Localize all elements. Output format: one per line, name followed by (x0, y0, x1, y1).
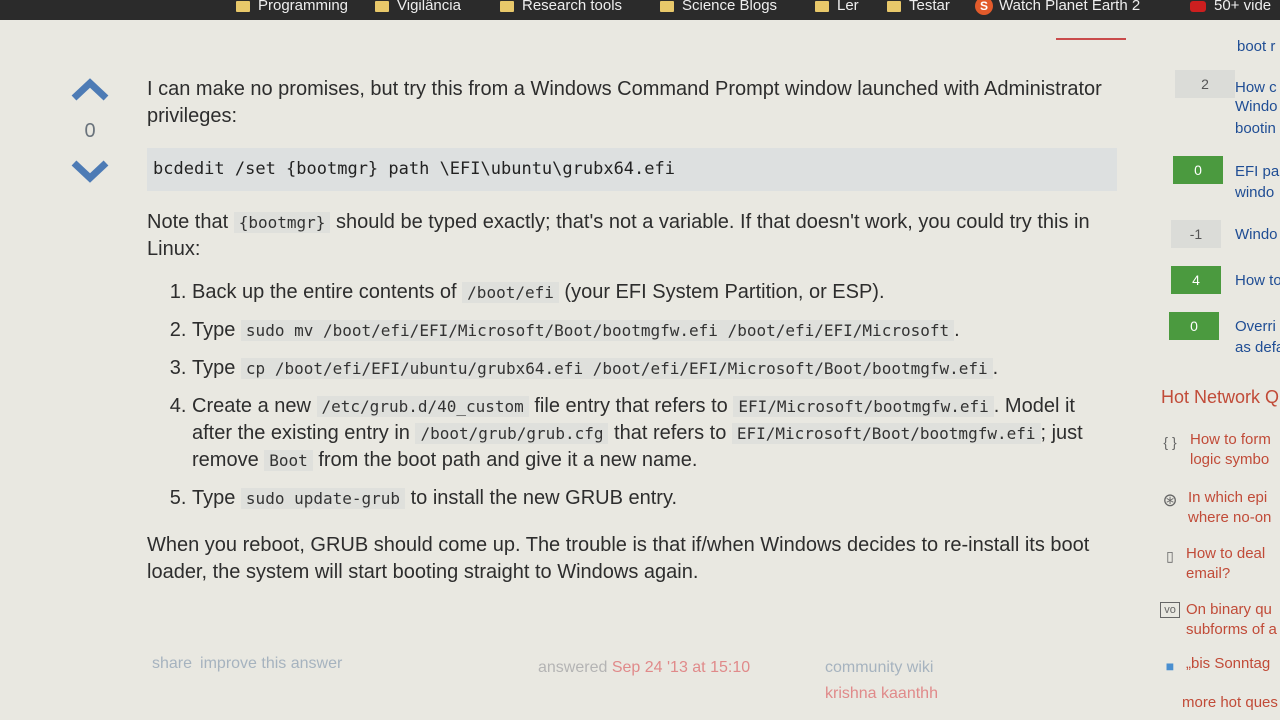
score-badge: 0 (1173, 156, 1223, 184)
answer-closing: When you reboot, GRUB should come up. Th… (147, 534, 1090, 583)
hot-network-title: Hot Network Q (1161, 387, 1280, 407)
site-icon: ▯ (1166, 548, 1174, 564)
improve-answer-link[interactable]: improve this answer (200, 655, 342, 672)
community-wiki-label: community wiki (825, 659, 934, 676)
folder-icon (236, 0, 250, 12)
list-item: Back up the entire contents of /boot/efi… (192, 279, 1112, 306)
answer-intro: I can make no promises, but try this fro… (147, 78, 1102, 127)
vote-controls: 0 (70, 78, 110, 183)
site-icon: vo (1160, 602, 1180, 618)
inline-code: {bootmgr} (233, 212, 331, 233)
upvote-arrow-icon[interactable] (70, 78, 110, 102)
score-badge: -1 (1171, 220, 1221, 248)
answer-note: Note that {bootmgr} should be typed exac… (147, 211, 1090, 260)
folder-icon (660, 0, 674, 12)
inline-code: sudo mv /boot/efi/EFI/Microsoft/Boot/boo… (240, 320, 955, 341)
bookmark-testar[interactable]: Testar (887, 0, 950, 14)
post-menu: share improve this answer (152, 655, 350, 673)
inline-code: EFI/Microsoft/Boot/bootmgfw.efi (731, 423, 1041, 444)
share-link[interactable]: share (152, 655, 192, 672)
list-item: Type sudo update-grub to install the new… (192, 485, 1112, 512)
steps-list: Back up the entire contents of /boot/efi… (147, 279, 1112, 512)
inline-code: /etc/grub.d/40_custom (316, 396, 529, 417)
site-icon: ⊛ (1162, 490, 1178, 510)
bookmark-ler[interactable]: Ler (815, 0, 859, 14)
answered-date[interactable]: Sep 24 '13 at 15:10 (612, 659, 750, 676)
bookmark-programming[interactable]: Programming (236, 0, 348, 14)
sidebar: boot r 2 How c Windo bootin 0 EFI pa win… (1160, 38, 1280, 711)
s-logo-icon: S (975, 0, 993, 15)
folder-icon (375, 0, 389, 12)
tab-underline (1056, 38, 1126, 40)
list-item: Create a new /etc/grub.d/40_custom file … (192, 393, 1112, 474)
bookmarks-bar: Programming Vigilância Research tools Sc… (0, 0, 1280, 20)
bookmark-science-blogs[interactable]: Science Blogs (660, 0, 777, 14)
site-icon: ■ (1165, 658, 1175, 674)
bookmark-vigilancia[interactable]: Vigilância (375, 0, 461, 14)
list-item: Type cp /boot/efi/EFI/ubuntu/grubx64.efi… (192, 355, 1112, 382)
folder-icon (500, 0, 514, 12)
downvote-arrow-icon[interactable] (70, 159, 110, 183)
inline-code: /boot/grub/grub.cfg (415, 423, 609, 444)
list-item: Type sudo mv /boot/efi/EFI/Microsoft/Boo… (192, 317, 1112, 344)
answered-info: answered Sep 24 '13 at 15:10 (538, 659, 751, 676)
folder-icon (887, 0, 901, 12)
inline-code: cp /boot/efi/EFI/ubuntu/grubx64.efi /boo… (240, 358, 993, 379)
more-hot-questions-link[interactable]: more hot ques (1182, 694, 1278, 711)
inline-code: sudo update-grub (240, 488, 406, 509)
author-link[interactable]: krishna kaanthh (825, 685, 938, 703)
vote-count: 0 (84, 120, 96, 142)
bookmark-research-tools[interactable]: Research tools (500, 0, 622, 14)
command-code-block: bcdedit /set {bootmgr} path \EFI\ubuntu\… (147, 148, 1117, 191)
inline-code: Boot (264, 450, 313, 471)
answer-body: I can make no promises, but try this fro… (147, 76, 1117, 586)
inline-code: EFI/Microsoft/bootmgfw.efi (733, 396, 994, 417)
bookmark-watch-planet-earth[interactable]: S Watch Planet Earth 2 (975, 0, 1140, 15)
site-icon: { } (1163, 434, 1177, 450)
score-badge: 4 (1171, 266, 1221, 294)
score-badge: 2 (1175, 70, 1235, 98)
score-badge: 0 (1169, 312, 1219, 340)
folder-icon (815, 0, 829, 12)
inline-code: /boot/efi (462, 282, 559, 303)
